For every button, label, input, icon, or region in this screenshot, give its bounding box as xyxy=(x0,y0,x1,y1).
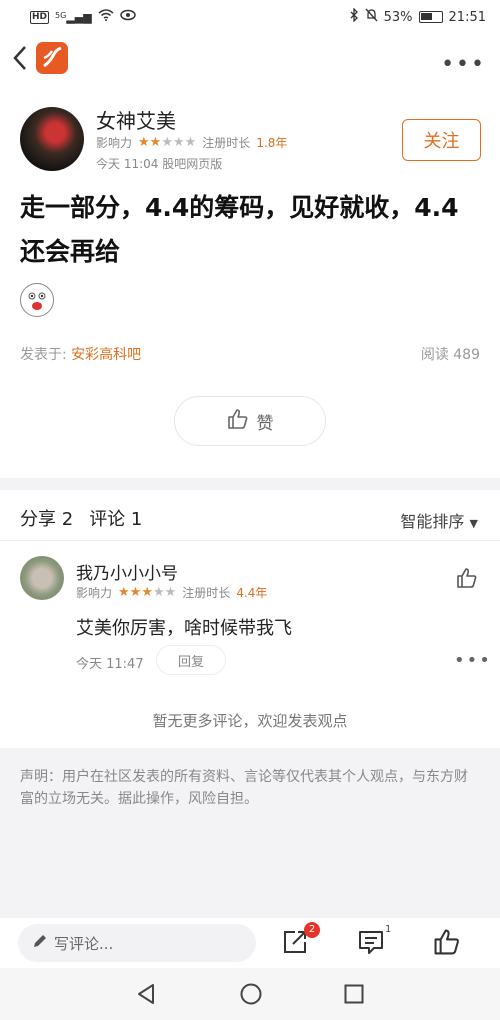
status-bar: HD 5G▂▄▆ 53% 21:51 xyxy=(0,0,500,34)
comment-input[interactable]: 写评论... xyxy=(18,924,256,962)
battery-percent: 53% xyxy=(383,9,413,25)
more-dots-icon[interactable]: ••• xyxy=(454,650,492,671)
comment-placeholder: 写评论... xyxy=(54,934,114,953)
more-dots-icon[interactable]: ••• xyxy=(441,52,486,77)
recents-square-icon[interactable] xyxy=(343,983,365,1009)
follow-button[interactable]: 关注 xyxy=(402,119,481,161)
reg-value: 1.8年 xyxy=(256,136,288,150)
caret-down-icon: ▼ xyxy=(469,517,478,530)
no-more-comments: 暂无更多评论，欢迎发表观点 xyxy=(152,712,348,730)
reg-label: 注册时长 xyxy=(182,586,231,600)
comment-icon[interactable] xyxy=(357,928,385,960)
system-nav-bar xyxy=(0,968,500,1020)
like-label: 赞 xyxy=(256,413,274,434)
wifi-icon xyxy=(98,9,114,25)
reg-label: 注册时长 xyxy=(202,136,251,150)
comment-time: 今天 11:47 xyxy=(76,657,144,672)
comment-like-icon[interactable] xyxy=(456,567,478,593)
battery-icon xyxy=(418,11,443,23)
eye-icon xyxy=(119,9,136,25)
influence-label: 影响力 xyxy=(76,586,113,600)
disclaimer-text: 声明：用户在社区发表的所有资料、言论等仅代表其个人观点，与东方财富的立场无关。据… xyxy=(20,769,468,807)
section-divider xyxy=(0,478,500,490)
divider xyxy=(0,540,500,541)
hd-badge: HD xyxy=(30,10,50,24)
home-circle-icon[interactable] xyxy=(239,982,263,1010)
posted-prefix: 发表于: xyxy=(20,347,67,363)
thumbs-up-icon xyxy=(227,408,249,435)
influence-stars: ★★★★★ xyxy=(138,135,197,150)
forum-link[interactable]: 安彩高科吧 xyxy=(71,347,141,363)
tab-comments[interactable]: 评论 1 xyxy=(89,505,142,531)
thumbs-up-icon[interactable] xyxy=(433,928,461,960)
back-triangle-icon[interactable] xyxy=(135,982,157,1010)
commenter-name[interactable]: 我乃小小小号 xyxy=(76,559,178,584)
tab-share[interactable]: 分享 2 xyxy=(20,505,73,531)
commenter-meta: 影响力 ★★★★★ 注册时长 4.4年 xyxy=(76,584,267,601)
comment-count: 1 xyxy=(385,924,392,935)
author-meta: 影响力 ★★★★★ 注册时长 1.8年 xyxy=(96,134,287,151)
commenter-avatar[interactable] xyxy=(20,556,64,600)
mute-bell-icon xyxy=(365,8,378,26)
post-title: 走一部分，4.4的筹码，见好就收，4.4还会再给 xyxy=(20,193,459,266)
app-logo-icon[interactable] xyxy=(36,42,68,74)
posted-in: 发表于: 安彩高科吧 xyxy=(20,344,141,364)
comment-text: 艾美你厉害，啥时候带我飞 xyxy=(76,618,292,639)
pencil-icon xyxy=(32,933,48,953)
reply-button[interactable]: 回复 xyxy=(156,645,226,675)
tongue-emoji-icon xyxy=(20,283,54,317)
influence-stars: ★★★★★ xyxy=(118,585,177,600)
chevron-left-icon[interactable] xyxy=(10,44,30,76)
signal-icon: 5G▂▄▆ xyxy=(55,10,92,24)
post-timestamp: 今天 11:04 股吧网页版 xyxy=(96,157,223,171)
share-badge: 2 xyxy=(304,922,320,938)
bluetooth-icon xyxy=(349,7,359,26)
influence-label: 影响力 xyxy=(96,136,133,150)
reg-value: 4.4年 xyxy=(236,586,268,600)
sort-label: 智能排序 xyxy=(400,512,465,531)
top-nav: ••• xyxy=(0,34,500,88)
clock: 21:51 xyxy=(448,9,486,25)
author-avatar[interactable] xyxy=(20,107,84,171)
sort-dropdown[interactable]: 智能排序 ▼ xyxy=(400,508,478,532)
like-button[interactable]: 赞 xyxy=(174,396,326,446)
author-name[interactable]: 女神艾美 xyxy=(96,105,176,134)
comment-tabs: 分享 2 评论 1 xyxy=(20,505,142,531)
read-count: 阅读 489 xyxy=(420,347,480,363)
